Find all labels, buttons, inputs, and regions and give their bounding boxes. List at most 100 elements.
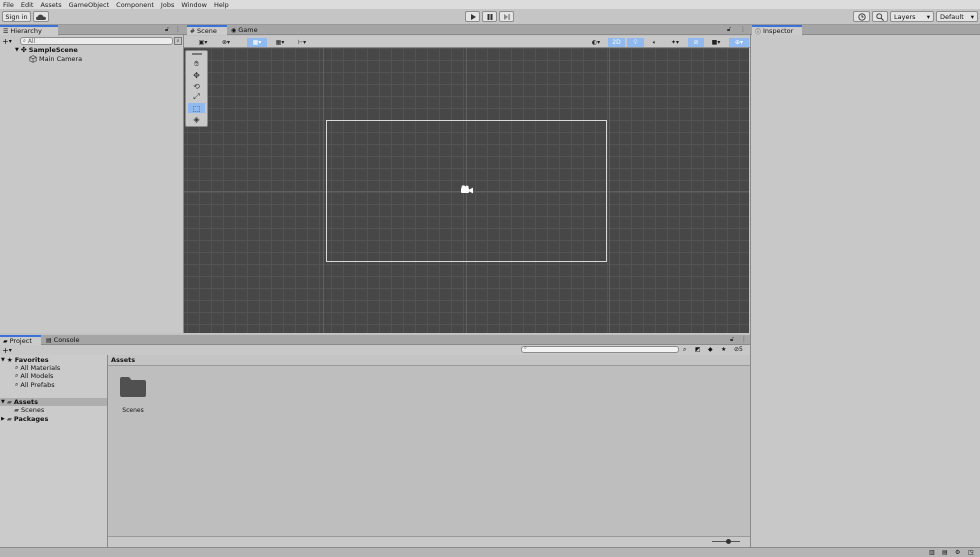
- inspector-tabbar: ⓘ Inspector: [750, 25, 980, 36]
- menu-edit[interactable]: Edit: [21, 1, 34, 9]
- menu-assets[interactable]: Assets: [40, 1, 61, 9]
- grid-snap-dropdown[interactable]: ▦ ▾: [270, 38, 290, 47]
- chevron-down-icon: ▼: [15, 47, 19, 53]
- menu-help[interactable]: Help: [214, 1, 229, 9]
- history-button[interactable]: [853, 11, 870, 22]
- hand-tool[interactable]: ✋︎: [188, 59, 205, 69]
- pause-button[interactable]: [482, 11, 497, 22]
- hierarchy-item-main-camera[interactable]: Main Camera: [29, 55, 82, 63]
- kebab-menu-icon[interactable]: ⋮: [175, 26, 181, 33]
- rect-tool[interactable]: ⬚: [188, 103, 205, 113]
- search-by-type-icon[interactable]: ⌕: [683, 346, 686, 354]
- hierarchy-search[interactable]: ⌕ All: [20, 37, 173, 45]
- tab-console[interactable]: ▤ Console: [43, 335, 83, 345]
- icon-size-slider-handle[interactable]: [726, 539, 731, 544]
- kebab-menu-icon[interactable]: ⋮: [740, 26, 746, 33]
- tab-hierarchy-label: Hierarchy: [10, 27, 42, 35]
- search-button[interactable]: [872, 11, 888, 22]
- lock-icon[interactable]: 🔓︎: [727, 26, 731, 34]
- hidden-packages-toggle[interactable]: ⊘ 5: [734, 346, 743, 353]
- lock-icon[interactable]: 🔓︎: [165, 26, 169, 34]
- asset-folder-scenes[interactable]: Scenes: [116, 374, 150, 416]
- gamepad-icon: ◉: [231, 26, 237, 34]
- move-grid-toggle[interactable]: ▦ ▾: [247, 38, 267, 47]
- shading-mode-dropdown[interactable]: ◐ ▾: [586, 38, 606, 47]
- cloud-button[interactable]: [33, 11, 49, 22]
- folder-icon: [120, 377, 146, 397]
- camera-icon: ■: [711, 39, 718, 46]
- play-icon: [470, 13, 476, 20]
- menu-jobs[interactable]: Jobs: [161, 1, 174, 9]
- console-icon: ▤: [46, 336, 52, 344]
- filter-by-type-icon[interactable]: ◩: [695, 346, 701, 353]
- camera-dropdown[interactable]: ■ ▾: [706, 38, 726, 47]
- layout-dropdown[interactable]: Default ▾: [936, 11, 978, 22]
- tab-hierarchy[interactable]: ☰ Hierarchy: [0, 25, 58, 35]
- scene-view[interactable]: [184, 48, 749, 333]
- tree-item-all-prefabs[interactable]: ⌕ All Prefabs: [15, 381, 55, 389]
- search-icon: ⌕: [23, 38, 26, 44]
- lighting-toggle[interactable]: 💡︎: [627, 38, 644, 47]
- tree-item-all-models[interactable]: ⌕ All Models: [15, 372, 53, 380]
- kebab-menu-icon[interactable]: ⋮: [741, 336, 747, 343]
- play-button[interactable]: [465, 11, 480, 22]
- menu-component[interactable]: Component: [116, 1, 154, 9]
- cache-icon[interactable]: ▤: [942, 549, 948, 556]
- audio-toggle[interactable]: 🔈︎: [646, 38, 663, 47]
- scene-name: SampleScene: [28, 46, 78, 54]
- breadcrumb-assets[interactable]: Assets: [111, 356, 135, 364]
- increment-snap-dropdown[interactable]: ⊢ ▾: [292, 38, 312, 47]
- add-dropdown[interactable]: + ▾: [2, 36, 12, 46]
- menu-window[interactable]: Window: [181, 1, 207, 9]
- hierarchy-item-label: Main Camera: [39, 55, 83, 63]
- menu-file[interactable]: File: [3, 1, 14, 9]
- gizmo-dropdown[interactable]: ⊗ ▾: [216, 38, 236, 47]
- label-icon[interactable]: ◆: [708, 346, 713, 353]
- progress-icon[interactable]: ▥: [929, 549, 935, 556]
- debug-icon[interactable]: ⚙: [955, 549, 960, 556]
- tree-item-scenes[interactable]: ▰ Scenes: [14, 406, 44, 414]
- chevron-down-icon: ▼: [1, 399, 5, 405]
- scene-row[interactable]: ▼ ✤ SampleScene: [15, 46, 78, 54]
- tab-inspector[interactable]: ⓘ Inspector: [752, 25, 802, 36]
- create-dropdown[interactable]: + ▾: [2, 345, 12, 355]
- tree-item-favorites[interactable]: ▼ ★ Favorites: [1, 356, 49, 364]
- assets-label: Assets: [13, 398, 39, 406]
- sign-in-button[interactable]: Sign in: [2, 11, 31, 22]
- step-icon: [503, 13, 510, 20]
- menu-gameobject[interactable]: GameObject: [69, 1, 110, 9]
- lock-icon[interactable]: 🔓︎: [730, 336, 734, 344]
- collab-icon[interactable]: ◳: [968, 549, 974, 556]
- hierarchy-icon: ☰: [3, 27, 9, 35]
- layers-dropdown[interactable]: Layers ▾: [890, 11, 934, 22]
- tab-project[interactable]: ▰ Project: [0, 335, 41, 345]
- step-button[interactable]: [499, 11, 514, 22]
- draw-mode-dropdown[interactable]: ▣ ▾: [193, 38, 213, 47]
- info-icon: ⓘ: [755, 28, 762, 36]
- drag-handle-icon[interactable]: [192, 53, 202, 55]
- favorite-star-icon[interactable]: ★: [721, 346, 726, 353]
- tree-item-packages[interactable]: ▶ ▰ Packages: [1, 415, 48, 423]
- tree-item-assets[interactable]: ▼ ▰ Assets: [0, 398, 107, 406]
- gizmos-dropdown[interactable]: ⊕ ▾: [729, 38, 749, 47]
- move-tool[interactable]: ✥: [188, 70, 205, 80]
- hidden-objects-toggle[interactable]: ⊘: [688, 38, 704, 47]
- effects-dropdown[interactable]: ✦ ▾: [665, 38, 685, 47]
- hierarchy-tabbar: ☰ Hierarchy 🔓︎ ⋮: [0, 25, 184, 35]
- project-search-input[interactable]: ⌕: [521, 345, 679, 353]
- chevron-down-icon: ▼: [1, 357, 5, 363]
- scene-visibility-icon[interactable]: ⌕: [174, 37, 182, 45]
- sign-in-label: Sign in: [5, 12, 28, 21]
- tab-console-label: Console: [53, 336, 80, 344]
- tab-game[interactable]: ◉ Game: [228, 25, 266, 35]
- scale-tool[interactable]: ⤢: [188, 92, 205, 102]
- rotate-tool[interactable]: ⟲: [188, 81, 205, 91]
- 2d-toggle[interactable]: 2D: [608, 38, 625, 47]
- tree-item-all-materials[interactable]: ⌕ All Materials: [15, 364, 60, 372]
- favorites-label: Favorites: [14, 356, 49, 364]
- tab-scene[interactable]: # Scene: [187, 25, 227, 35]
- history-icon: [857, 12, 866, 21]
- transform-tool[interactable]: ◈: [188, 114, 205, 124]
- camera-gizmo-icon[interactable]: [460, 185, 474, 195]
- hand-icon: ✋︎: [194, 59, 199, 68]
